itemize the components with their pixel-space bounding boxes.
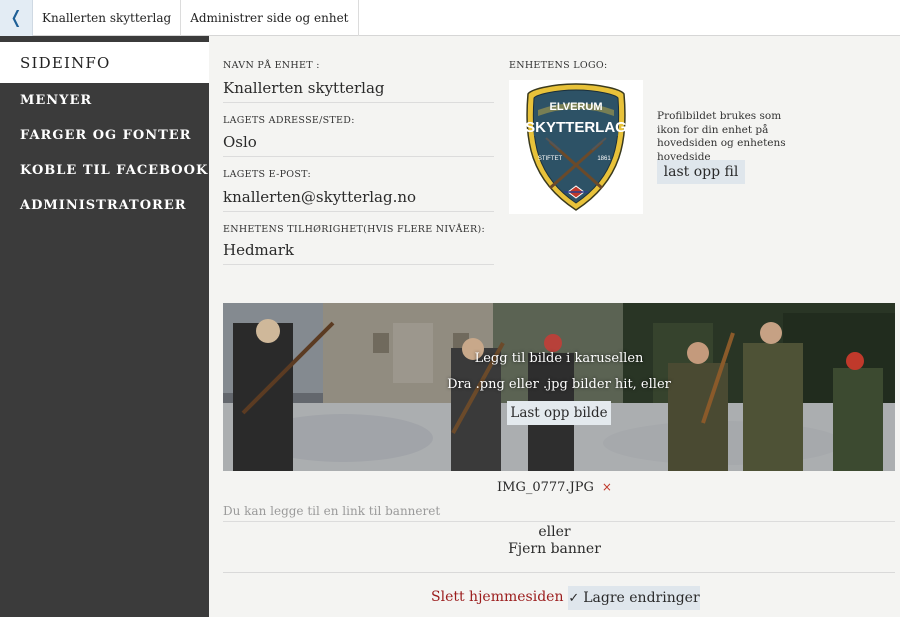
skytterlag-logo: ELVERUM SKYTTERLAG STIFTET 1861 (525, 83, 627, 211)
upload-logo-button[interactable]: last opp fil (657, 160, 745, 184)
breadcrumb-unit[interactable]: Knallerten skytterlag (33, 0, 182, 36)
logo-image: ELVERUM SKYTTERLAG STIFTET 1861 (509, 80, 643, 214)
save-changes-label: Lagre endringer (583, 590, 700, 606)
banner-dropzone[interactable]: Legg til bilde i karusellen Dra .png ell… (223, 303, 895, 471)
email-label: LAGETS E-POST: (223, 169, 311, 180)
divider (223, 572, 895, 573)
remove-file-icon[interactable]: × (602, 480, 612, 494)
banner-drag-text: Dra .png eller .jpg bilder hit, eller (447, 377, 671, 392)
back-button[interactable]: ❬ (0, 0, 33, 36)
checkmark-icon: ✓ (568, 590, 580, 606)
sidebar-item-menyer[interactable]: MENYER (0, 83, 209, 118)
sidebar: SIDEINFO MENYER FARGER OG FONTER KOBLE T… (0, 36, 209, 617)
logo-label: ENHETENS LOGO: (509, 60, 608, 71)
logo-top-text: ELVERUM (550, 101, 603, 113)
affiliation-field[interactable]: Hedmark (223, 241, 494, 265)
email-field[interactable]: knallerten@skytterlag.no (223, 188, 494, 212)
affiliation-label: ENHETENS TILHØRIGHET(HVIS FLERE NIVÅER): (223, 224, 485, 235)
banner-link-input[interactable]: Du kan legge til en link til banneret (223, 504, 895, 522)
breadcrumb-admin[interactable]: Administrer side og enhet (181, 0, 359, 36)
logo-year-text: 1861 (597, 156, 611, 162)
sidebar-item-sideinfo[interactable]: SIDEINFO (0, 42, 209, 83)
delete-homepage-link[interactable]: Slett hjemmesiden (431, 589, 563, 605)
sidebar-item-farger-og-fonter[interactable]: FARGER OG FONTER (0, 118, 209, 153)
banner-file: IMG_0777.JPG × (209, 480, 900, 495)
remove-banner-link[interactable]: Fjern banner (209, 541, 900, 557)
unit-name-label: NAVN PÅ ENHET : (223, 60, 320, 71)
chevron-left-icon: ❬ (8, 8, 24, 28)
save-changes-button[interactable]: ✓ Lagre endringer (568, 586, 700, 610)
address-label: LAGETS ADRESSE/STED: (223, 115, 355, 126)
logo-founded-text: STIFTET (538, 156, 563, 162)
banner-filename: IMG_0777.JPG (497, 480, 594, 495)
main-panel: NAVN PÅ ENHET : Knallerten skytterlag LA… (209, 36, 900, 617)
upload-banner-button[interactable]: Last opp bilde (507, 401, 611, 425)
unit-name-field[interactable]: Knallerten skytterlag (223, 79, 494, 103)
address-field[interactable]: Oslo (223, 133, 494, 157)
top-tab-bar: ❬ Knallerten skytterlag Administrer side… (0, 0, 900, 36)
logo-main-text: SKYTTERLAG (525, 119, 627, 136)
logo-description: Profilbildet brukes som ikon for din enh… (657, 110, 786, 163)
or-text: eller (538, 524, 571, 540)
sidebar-item-administratorer[interactable]: ADMINISTRATORER (0, 188, 209, 223)
banner-add-text: Legg til bilde i karusellen (474, 351, 644, 366)
sidebar-item-koble-til-facebook[interactable]: KOBLE TIL FACEBOOK (0, 153, 209, 188)
